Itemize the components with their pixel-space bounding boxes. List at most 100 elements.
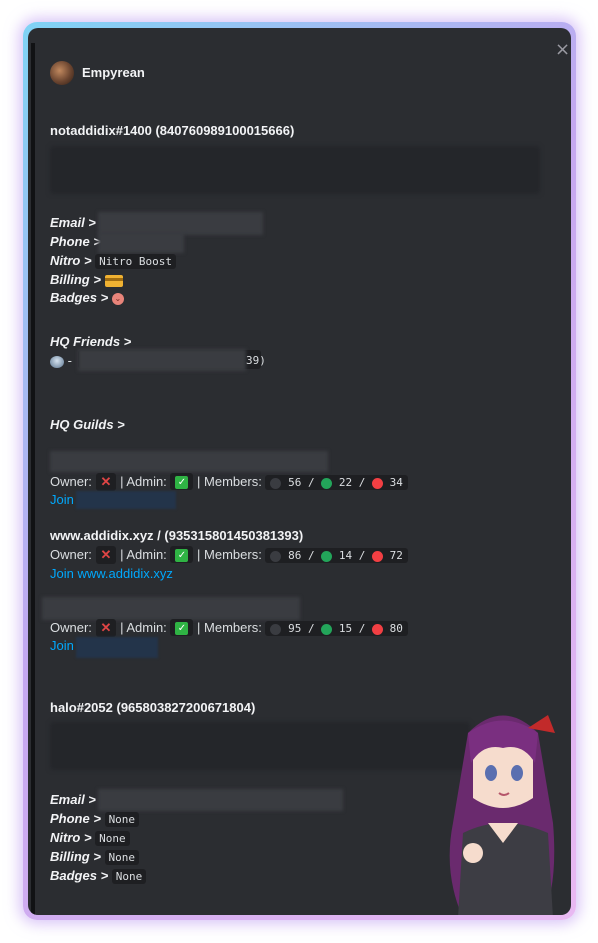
friend-redacted: [78, 349, 246, 371]
check-mark-icon: ✓: [175, 549, 189, 563]
user2-email-label: Email >: [50, 792, 96, 807]
members-online: 14: [338, 549, 353, 562]
embed-accent-bar: [31, 43, 35, 915]
author-avatar[interactable]: [50, 61, 74, 85]
user1-badges-label: Badges >: [50, 290, 109, 305]
guild1-stats: Owner: ✕ | Admin: ✓ | Members: 56 / 22 /…: [50, 473, 408, 491]
guild3-invite-redacted[interactable]: [76, 637, 158, 658]
user2-email-redacted: [98, 789, 343, 811]
friends-title: HQ Friends >: [50, 334, 132, 349]
user1-token-redacted: [50, 146, 540, 194]
owner-value: ✕: [95, 473, 117, 491]
members-box: 56 / 22 / 34: [265, 475, 408, 490]
guild3-join-link[interactable]: Join: [50, 638, 74, 653]
user2-billing-label: Billing >: [50, 849, 101, 864]
members-online: 22: [338, 476, 353, 489]
members-label: | Members:: [197, 547, 262, 562]
owner-value: ✕: [95, 619, 117, 637]
slash: /: [358, 476, 366, 489]
members-total: 95: [288, 622, 302, 635]
user2-nitro-label: Nitro >: [50, 830, 92, 845]
members-dnd: 72: [389, 549, 403, 562]
user2-badges-row: Badges > None: [50, 868, 147, 884]
user2-nitro-row: Nitro > None: [50, 830, 130, 846]
user2-title: halo#2052 (965803827200671804): [50, 700, 256, 715]
guild3-name-redacted: [42, 597, 300, 620]
admin-label: | Admin:: [120, 547, 167, 562]
guild1-name-redacted: [50, 451, 328, 472]
admin-value: ✓: [170, 619, 194, 637]
author-name[interactable]: Empyrean: [82, 65, 145, 80]
guilds-title: HQ Guilds >: [50, 417, 125, 432]
guild2-join-link[interactable]: Join www.addidix.xyz: [50, 566, 173, 581]
members-label: | Members:: [197, 474, 262, 489]
owner-label: Owner:: [50, 547, 92, 562]
members-box: 95 / 15 / 80: [265, 621, 408, 636]
guild3-stats: Owner: ✕ | Admin: ✓ | Members: 95 / 15 /…: [50, 619, 408, 637]
members-dnd: 80: [389, 622, 403, 635]
user1-billing-label: Billing >: [50, 272, 101, 287]
check-mark-icon: ✓: [175, 476, 189, 490]
user2-phone-value: None: [104, 812, 140, 827]
close-icon[interactable]: ×: [555, 40, 570, 60]
friend-separator: -: [67, 353, 72, 368]
user1-email-label: Email >: [50, 215, 96, 230]
slash: /: [358, 622, 366, 635]
cross-mark-icon: ✕: [100, 474, 112, 489]
cross-mark-icon: ✕: [100, 547, 112, 562]
admin-value: ✓: [170, 546, 194, 564]
guild1-join-link[interactable]: Join: [50, 492, 74, 507]
anime-girl-illustration: [449, 715, 555, 915]
status-dot-icon: [321, 623, 333, 635]
members-online: 15: [338, 622, 353, 635]
status-dot-icon: [371, 623, 383, 635]
user1-email-redacted: [98, 212, 263, 235]
user2-phone-label: Phone >: [50, 811, 101, 826]
status-dot-icon: [321, 477, 333, 489]
user1-nitro-row: Nitro > Nitro Boost: [50, 253, 177, 269]
user2-badges-label: Badges >: [50, 868, 109, 883]
members-total: 56: [288, 476, 302, 489]
slash: /: [307, 549, 315, 562]
user1-title: notaddidix#1400 (840760989100015666): [50, 123, 295, 138]
guild2-name: www.addidix.xyz / (935315801450381393): [50, 528, 304, 543]
user2-billing-value: None: [104, 850, 140, 865]
members-label: | Members:: [197, 620, 262, 635]
members-dnd: 34: [389, 476, 403, 489]
slash: /: [307, 622, 315, 635]
user2-token-redacted: [50, 722, 470, 770]
friend-icon: [50, 355, 64, 368]
status-dot-icon: [270, 477, 282, 489]
check-mark-icon: ✓: [175, 622, 189, 636]
owner-label: Owner:: [50, 620, 92, 635]
admin-value: ✓: [170, 473, 194, 491]
user1-nitro-value: Nitro Boost: [95, 254, 177, 269]
members-total: 86: [288, 549, 302, 562]
status-dot-icon: [371, 477, 383, 489]
user1-badges-row: Badges > ⌄: [50, 290, 124, 305]
owner-value: ✕: [95, 546, 117, 564]
status-dot-icon: [270, 550, 282, 562]
status-dot-icon: [321, 550, 333, 562]
slash: /: [358, 549, 366, 562]
admin-label: | Admin:: [120, 620, 167, 635]
guild2-stats: Owner: ✕ | Admin: ✓ | Members: 86 / 14 /…: [50, 546, 408, 564]
user1-phone-redacted: [98, 233, 184, 253]
user2-phone-row: Phone > None: [50, 811, 140, 827]
credit-card-icon: [104, 274, 123, 287]
user2-nitro-value: None: [95, 831, 130, 846]
user2-badges-value: None: [111, 869, 147, 884]
status-dot-icon: [371, 550, 383, 562]
owner-label: Owner:: [50, 474, 92, 489]
badge-icon: ⌄: [111, 292, 124, 305]
user1-phone-label: Phone >: [50, 234, 101, 249]
members-box: 86 / 14 / 72: [265, 548, 408, 563]
friend-row: -: [50, 353, 72, 368]
embed-card: × Empyrean notaddidix#1400 (840760989100…: [28, 28, 571, 915]
slash: /: [307, 476, 315, 489]
guild1-invite-redacted[interactable]: [76, 491, 176, 509]
user1-billing-row: Billing >: [50, 272, 123, 287]
admin-label: | Admin:: [120, 474, 167, 489]
friend-tail: 39): [246, 354, 266, 367]
status-dot-icon: [270, 623, 282, 635]
